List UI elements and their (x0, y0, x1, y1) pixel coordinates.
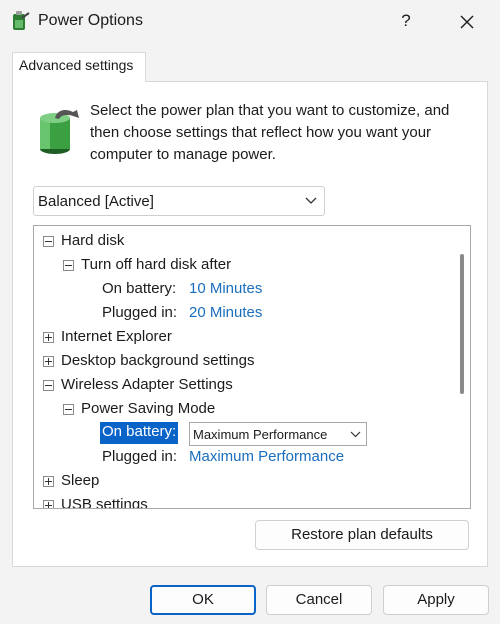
setting-value-link[interactable]: Maximum Performance (189, 448, 344, 465)
tree-item-label: Desktop background settings (61, 352, 255, 369)
on-battery-dropdown-value: Maximum Performance (193, 427, 328, 442)
on-battery-dropdown[interactable]: Maximum Performance (189, 422, 367, 446)
power-plan-value: Balanced [Active] (38, 193, 154, 210)
expand-icon[interactable] (43, 356, 54, 367)
restore-defaults-button[interactable]: Restore plan defaults (255, 520, 469, 550)
setting-value-link[interactable]: 10 Minutes (189, 280, 262, 297)
close-icon[interactable] (452, 8, 482, 36)
description-text: Select the power plan that you want to c… (90, 102, 450, 163)
setting-label-selected: On battery: (100, 422, 179, 444)
setting-value-link[interactable]: 20 Minutes (189, 304, 262, 321)
tree-item-label: Turn off hard disk after (81, 256, 232, 273)
tree-item-ps-on-battery[interactable]: On battery: Maximum Performance (34, 422, 454, 446)
chevron-down-icon (305, 197, 317, 204)
collapse-icon[interactable] (63, 260, 74, 271)
tree-scrollbar[interactable] (455, 226, 470, 508)
settings-panel: Select the power plan that you want to c… (12, 81, 488, 567)
expand-icon[interactable] (43, 332, 54, 343)
cancel-button[interactable]: Cancel (266, 585, 372, 615)
power-plan-dropdown[interactable]: Balanced [Active] (33, 186, 325, 216)
tree-item-label: Wireless Adapter Settings (61, 376, 233, 393)
scroll-thumb[interactable] (460, 254, 464, 394)
collapse-icon[interactable] (63, 404, 74, 415)
setting-label: Plugged in: (102, 304, 178, 321)
help-button[interactable]: ? (392, 6, 420, 36)
setting-label: On battery: (102, 280, 177, 297)
power-options-icon (13, 11, 30, 30)
chevron-down-icon (350, 431, 361, 438)
ok-button[interactable]: OK (150, 585, 256, 615)
window-title: Power Options (38, 12, 143, 29)
setting-label: Plugged in: (102, 448, 178, 465)
collapse-icon[interactable] (43, 380, 54, 391)
tab-advanced-settings[interactable]: Advanced settings (12, 52, 146, 82)
battery-icon (40, 110, 79, 154)
tree-item-label: Hard disk (61, 232, 125, 249)
tree-item-label: USB settings (61, 496, 148, 509)
expand-icon[interactable] (43, 500, 54, 508)
tree-item-label: Sleep (61, 472, 100, 489)
tree-item-label: Power Saving Mode (81, 400, 216, 417)
tree-item-label: Internet Explorer (61, 328, 172, 345)
collapse-icon[interactable] (43, 236, 54, 247)
settings-tree[interactable]: Hard disk Turn off hard disk after On ba… (33, 225, 471, 509)
expand-icon[interactable] (43, 476, 54, 487)
title-bar: Power Options ? (0, 0, 500, 44)
apply-button[interactable]: Apply (383, 585, 489, 615)
